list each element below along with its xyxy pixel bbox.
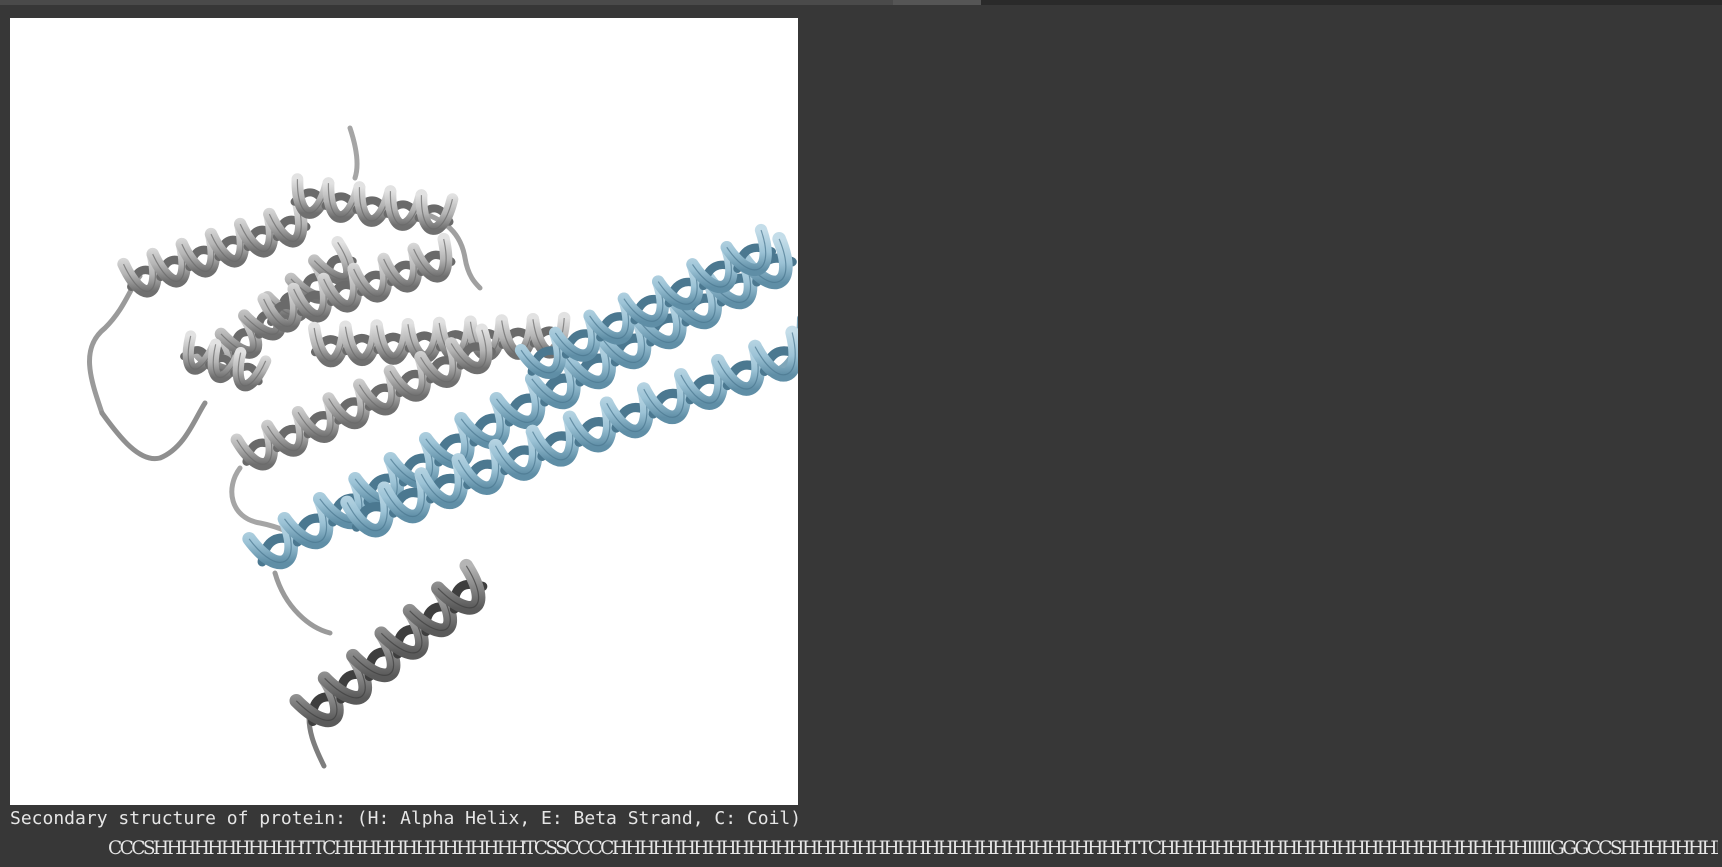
protein-structure-viewer[interactable] — [10, 18, 798, 805]
tab-bar-segment-active[interactable] — [893, 0, 981, 5]
alpha-helix — [290, 173, 459, 235]
protein-ribbon-render — [87, 125, 798, 769]
top-tab-strip — [0, 0, 1722, 5]
alpha-helix — [230, 323, 496, 471]
coil-loop — [272, 570, 333, 636]
alpha-helix — [289, 558, 488, 727]
secondary-structure-sequence: CCCSHHHHHHHHHHHTTCHHHHHHHHHHHHHHTCSSCCCC… — [108, 838, 1718, 859]
coil-loop — [87, 273, 143, 416]
coil-loop — [347, 125, 360, 181]
alpha-helix — [117, 197, 311, 298]
secondary-structure-caption: Secondary structure of protein: (H: Alph… — [10, 808, 802, 829]
coil-loop — [99, 400, 208, 462]
tab-bar-segment[interactable] — [0, 0, 893, 5]
